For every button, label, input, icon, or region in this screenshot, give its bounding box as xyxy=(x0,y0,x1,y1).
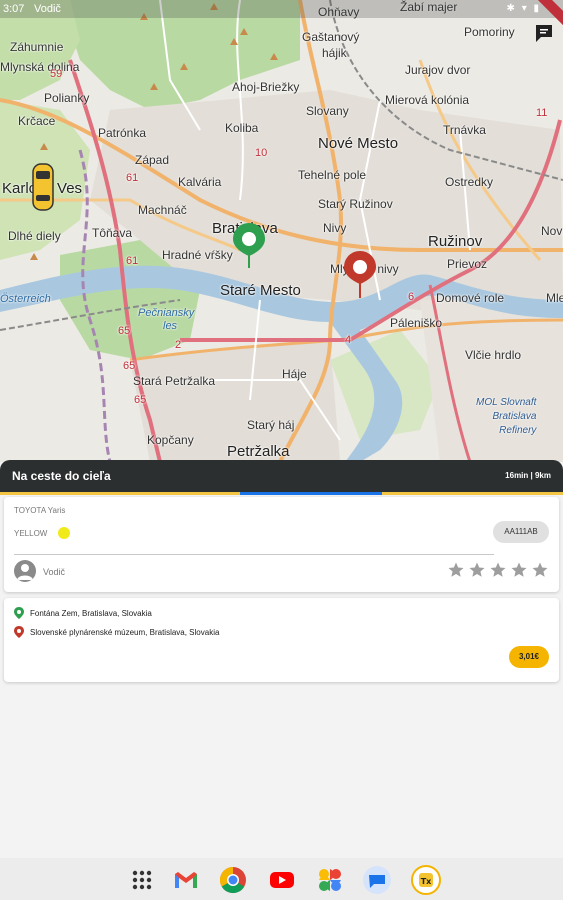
driver-car-marker[interactable] xyxy=(32,163,54,211)
vehicle-card: TOYOTA Yaris YELLOW AA111AB Vodič xyxy=(4,497,559,592)
map-place-label: 65 xyxy=(123,360,136,372)
map-place-label: Mierová kolónia xyxy=(385,93,470,107)
map-place-label: Koliba xyxy=(225,121,259,135)
map-place-label: Nová xyxy=(541,224,563,238)
map-place-label: Starý háj xyxy=(247,418,295,432)
map-place-label: hájik xyxy=(322,46,347,60)
map-place-label: Ahoj-Briežky xyxy=(232,80,300,94)
trip-status-title: Na ceste do cieľa xyxy=(12,469,111,483)
map-place-label: Pomoriny xyxy=(464,25,515,39)
license-plate-badge: AA111AB xyxy=(493,521,549,543)
destination-address: Slovenské plynárenské múzeum, Bratislava… xyxy=(30,627,220,637)
chrome-icon[interactable] xyxy=(218,865,248,895)
trip-progress-fill xyxy=(240,492,382,495)
map-place-label: Háje xyxy=(282,367,307,381)
map-place-label: Domové role xyxy=(436,291,505,305)
map-place-label: Hradné vŕšky xyxy=(162,248,233,262)
map-place-label: 61 xyxy=(126,255,139,267)
star-icon[interactable] xyxy=(510,561,528,579)
map-place-label: Jurajov dvor xyxy=(405,63,471,77)
map-place-label: 61 xyxy=(126,172,139,184)
price-badge: 3,01€ xyxy=(509,646,549,668)
star-icon[interactable] xyxy=(447,561,465,579)
gmail-icon[interactable] xyxy=(171,865,201,895)
messages-icon[interactable] xyxy=(362,865,392,895)
youtube-icon[interactable] xyxy=(267,865,297,895)
map-place-label: Tôňava xyxy=(92,226,133,240)
vehicle-color-swatch xyxy=(58,527,70,539)
map-place-label: Ružinov xyxy=(428,233,483,250)
map-place-label: Dlhé diely xyxy=(8,229,61,243)
trip-status-header: Na ceste do cieľa 16min | 9km xyxy=(0,460,563,492)
map-place-label: Páleniško xyxy=(390,316,443,330)
star-icon[interactable] xyxy=(468,561,486,579)
map-place-label: 10 xyxy=(255,147,268,159)
driver-name: Vodič xyxy=(43,567,66,577)
map-place-label: Krčace xyxy=(18,114,56,128)
status-app-name: Vodič xyxy=(34,3,61,15)
map-place-label: Pečniansky xyxy=(138,307,195,319)
map-place-label: Staré Mesto xyxy=(220,282,301,299)
map-place-label: Prievoz xyxy=(447,257,488,271)
destination-row: Slovenské plynárenské múzeum, Bratislava… xyxy=(14,625,219,639)
map-place-label: les xyxy=(163,320,178,332)
trip-eta-distance: 16min | 9km xyxy=(505,471,551,480)
pickup-small-pin-icon xyxy=(14,607,24,619)
vehicle-model: TOYOTA Yaris xyxy=(14,506,66,515)
map-place-label: Nové Mesto xyxy=(318,135,399,152)
map-place-label: 2 xyxy=(175,339,182,351)
map-place-label: Starý Ružinov xyxy=(318,197,393,211)
pickup-address: Fontána Zem, Bratislava, Slovakia xyxy=(30,608,152,618)
photos-icon[interactable] xyxy=(315,865,345,895)
status-bar: 3:07 Vodič ✱ ▾ ▮ xyxy=(0,0,563,29)
map-place-label: Mle xyxy=(546,291,563,305)
poi-refinery-label: MOL Slovnaft Bratislava Refinery xyxy=(476,397,537,436)
taxi-app-icon[interactable]: Tx xyxy=(411,865,441,895)
map-place-label: Patrónka xyxy=(98,126,147,140)
app-drawer-icon[interactable] xyxy=(127,865,157,895)
map-place-label: Nivy xyxy=(323,221,347,235)
map-place-label: Stará Petržalka xyxy=(133,374,216,388)
map-place-label: Kopčany xyxy=(147,433,194,447)
map-place-label: 59 xyxy=(50,68,63,80)
route-card: Fontána Zem, Bratislava, Slovakia Sloven… xyxy=(4,598,559,682)
chat-icon[interactable] xyxy=(533,22,555,44)
driver-avatar-icon xyxy=(14,560,36,582)
divider xyxy=(14,554,494,555)
pickup-pin-icon[interactable] xyxy=(232,222,266,268)
map-place-label: 6 xyxy=(408,291,415,303)
map-place-label: Vlčie hrdlo xyxy=(465,348,522,362)
map-place-label: 4 xyxy=(345,334,352,346)
map-place-label: Tehelné pole xyxy=(298,168,367,182)
app-dock: Tx xyxy=(0,858,563,900)
pickup-row: Fontána Zem, Bratislava, Slovakia xyxy=(14,606,152,620)
status-icons: ✱ ▾ ▮ xyxy=(506,3,541,14)
destination-pin-icon[interactable] xyxy=(343,250,377,298)
map-place-label: Kalvária xyxy=(178,175,222,189)
star-icon[interactable] xyxy=(489,561,507,579)
map-place-label: Slovany xyxy=(306,104,349,118)
map-place-label: 65 xyxy=(118,325,131,337)
status-time: 3:07 xyxy=(3,3,25,15)
map-place-label: Záhumnie xyxy=(10,40,64,54)
map-place-label: Západ xyxy=(135,153,170,167)
map-tiles xyxy=(0,0,563,462)
star-icon[interactable] xyxy=(531,561,549,579)
map-place-label: Gaštanový xyxy=(302,30,360,44)
map-place-label: 65 xyxy=(134,394,147,406)
map-place-label: Österreich xyxy=(0,293,51,305)
destination-small-pin-icon xyxy=(14,626,24,638)
map-view[interactable]: Ohňavy Žabí majer Gaštanový hájik Pomoriny Ju… xyxy=(0,0,563,462)
map-place-label: Trnávka xyxy=(443,123,486,137)
map-place-label: 11 xyxy=(536,107,548,119)
driver-rating[interactable] xyxy=(447,561,549,579)
map-place-label: Ostredky xyxy=(445,175,494,189)
map-place-label: Machnáč xyxy=(138,203,187,217)
map-place-label: Mlynská dolina xyxy=(0,60,80,74)
map-place-label: Polianky xyxy=(44,91,90,105)
svg-text:Tx: Tx xyxy=(421,877,432,886)
vehicle-color-name: YELLOW xyxy=(14,529,48,538)
map-place-label: Petržalka xyxy=(227,443,290,460)
